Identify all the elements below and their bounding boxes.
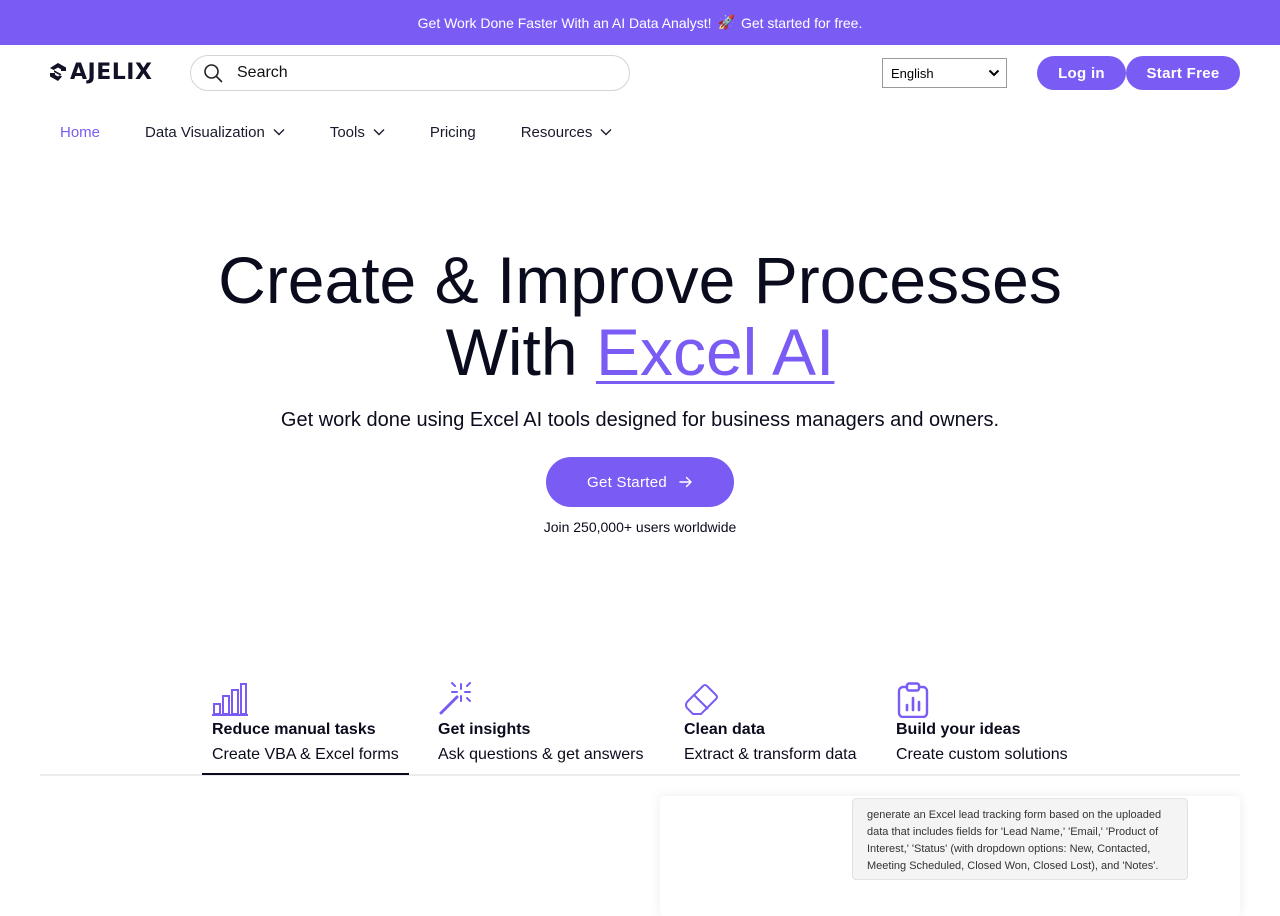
magic-wand-icon	[439, 682, 471, 715]
feature-desc: Ask questions & get answers	[438, 746, 644, 763]
get-started-button[interactable]: Get Started	[546, 457, 734, 507]
main-nav: Home Data Visualization Tools Pricing Re…	[60, 122, 657, 142]
search-icon	[204, 64, 223, 83]
hero-title-accent-link[interactable]: Excel AI	[596, 315, 834, 389]
rocket-icon: 🚀	[717, 14, 735, 30]
hero-title-line1: Create & Improve Processes	[218, 243, 1062, 317]
start-free-button[interactable]: Start Free	[1126, 56, 1240, 90]
nav-item-tools[interactable]: Tools	[330, 124, 385, 141]
nav-item-label: Pricing	[429, 123, 476, 141]
feature-desc: Create custom solutions	[896, 746, 1068, 763]
banner-text: Get Work Done Faster With an AI Data Ana…	[417, 14, 712, 31]
eraser-icon	[685, 684, 718, 715]
nav-item-label: Data Visualization	[145, 123, 265, 141]
users-count-text: Join 250,000+ users worldwide	[543, 519, 737, 535]
language-value: English	[891, 65, 934, 81]
bar-chart-icon	[212, 683, 248, 716]
chat-prompt-bubble: generate an Excel lead tracking form bas…	[852, 798, 1188, 880]
ajelix-logo[interactable]: AJELIX	[48, 59, 152, 85]
login-button[interactable]: Log in	[1037, 56, 1126, 90]
feature-desc: Extract & transform data	[684, 746, 857, 763]
clipboard-chart-icon	[897, 682, 929, 719]
chevron-down-icon	[373, 129, 385, 136]
nav-item-home[interactable]: Home	[60, 124, 100, 141]
nav-item-label: Tools	[329, 123, 365, 141]
language-select[interactable]: English	[882, 58, 1007, 88]
get-started-label: Get Started	[586, 473, 667, 491]
nav-item-resources[interactable]: Resources	[521, 124, 613, 141]
feature-title: Reduce manual tasks	[212, 721, 376, 738]
chevron-down-icon	[273, 129, 285, 136]
hero-subtitle: Get work done using Excel AI tools desig…	[280, 409, 1000, 431]
demo-preview-panel: generate an Excel lead tracking form bas…	[660, 796, 1240, 916]
feature-title: Get insights	[438, 721, 531, 738]
tab-reduce-manual-tasks[interactable]: Reduce manual tasks Create VBA & Excel f…	[202, 682, 409, 775]
logo-mark-icon	[50, 63, 66, 81]
tab-build-your-ideas[interactable]: Build your ideas Create custom solutions	[896, 682, 1068, 764]
nav-item-label: Home	[60, 123, 101, 141]
feature-tabs: Reduce manual tasks Create VBA & Excel f…	[40, 682, 1240, 776]
banner-cta-link[interactable]: Get started for free.	[741, 15, 862, 31]
tab-clean-data[interactable]: Clean data Extract & transform data	[684, 682, 857, 764]
feature-title: Clean data	[684, 721, 765, 738]
promo-banner[interactable]: Get Work Done Faster With an AI Data Ana…	[0, 0, 1280, 45]
feature-title: Build your ideas	[896, 721, 1021, 738]
nav-item-data-visualization[interactable]: Data Visualization	[145, 124, 285, 141]
tab-get-insights[interactable]: Get insights Ask questions & get answers	[438, 682, 643, 764]
site-header: AJELIX English Log in Start Free	[0, 45, 1280, 101]
search-bar[interactable]	[190, 55, 630, 91]
arrow-right-icon	[679, 476, 692, 488]
chevron-down-icon	[600, 129, 612, 136]
feature-desc: Create VBA & Excel forms	[212, 746, 399, 763]
chevron-down-icon	[988, 69, 1000, 77]
nav-item-label: Resources	[520, 123, 593, 141]
nav-item-pricing[interactable]: Pricing	[430, 124, 476, 141]
hero-title-prefix: With	[445, 315, 596, 389]
logo-text: AJELIX	[70, 59, 153, 85]
hero-title: Create & Improve Processes With Excel AI	[0, 244, 1280, 388]
search-input[interactable]	[237, 64, 597, 82]
